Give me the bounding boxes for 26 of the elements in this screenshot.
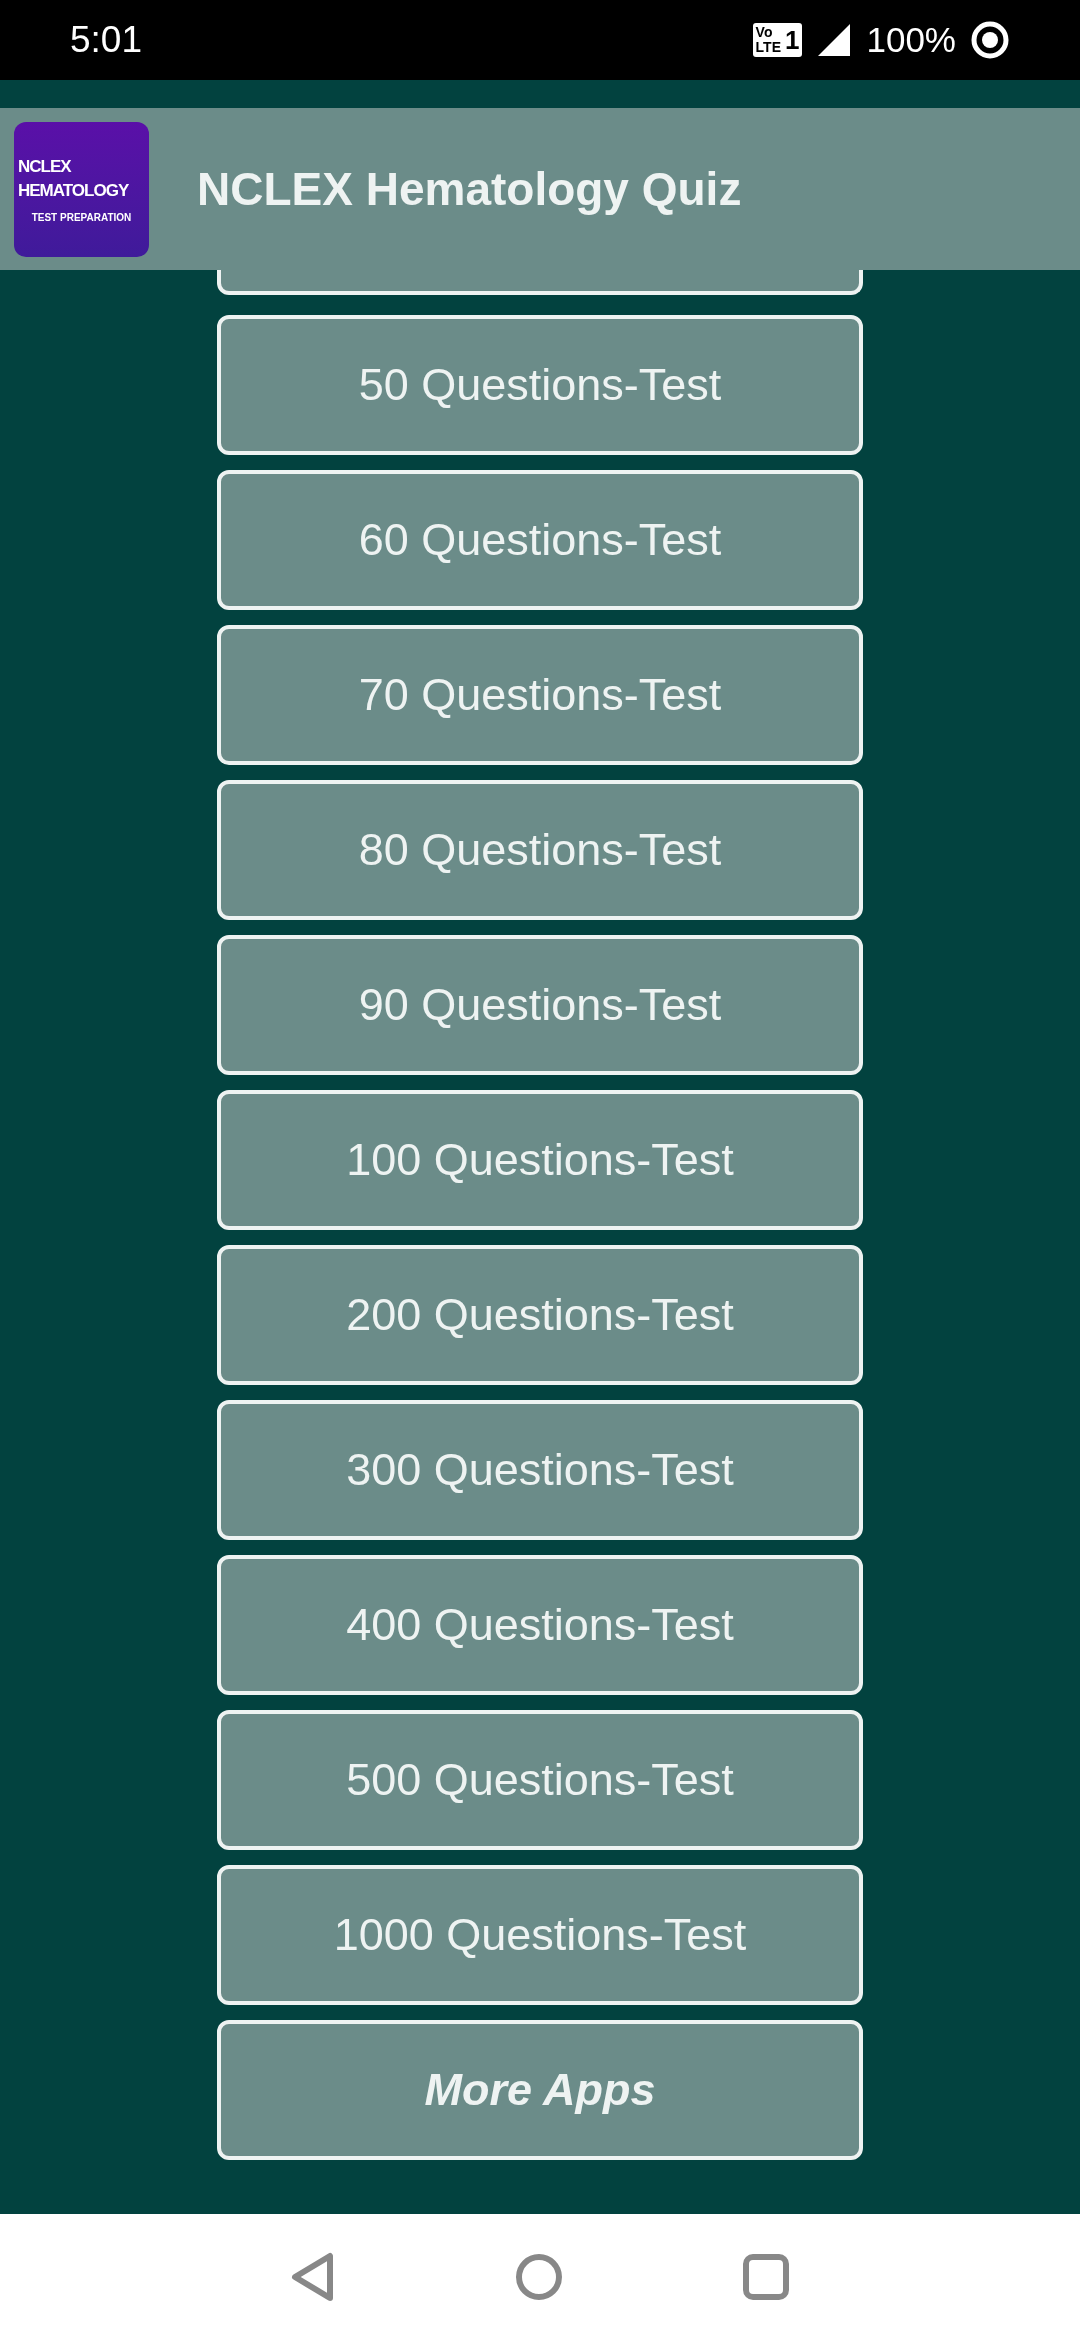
- app-title: NCLEX Hematology Quiz: [197, 161, 742, 217]
- back-icon[interactable]: [289, 2252, 336, 2302]
- signal-icon: [816, 22, 853, 58]
- battery-percent: 100%: [866, 18, 956, 61]
- recents-icon[interactable]: [742, 2253, 791, 2301]
- sim-number: 1: [785, 27, 800, 53]
- test-button[interactable]: 100 Questions-Test: [217, 1090, 863, 1230]
- logo-text: TEST PREPARATION: [30, 213, 133, 223]
- logo-text: NCLEX: [18, 156, 71, 178]
- test-button[interactable]: 60 Questions-Test: [217, 470, 863, 610]
- logo-text: HEMATOLOGY: [18, 180, 129, 202]
- test-button[interactable]: 400 Questions-Test: [217, 1555, 863, 1695]
- more-apps-button[interactable]: More Apps: [217, 2020, 863, 2160]
- clock-time: 5:01: [70, 18, 142, 63]
- test-button[interactable]: 500 Questions-Test: [217, 1710, 863, 1850]
- volte-text: Vo: [755, 25, 774, 40]
- test-button[interactable]: 50 Questions-Test: [217, 315, 863, 455]
- ring-icon: [970, 20, 1010, 60]
- volte-text: LTE: [755, 40, 781, 55]
- test-button[interactable]: 80 Questions-Test: [217, 780, 863, 920]
- test-button[interactable]: 1000 Questions-Test: [217, 1865, 863, 2005]
- test-button[interactable]: 70 Questions-Test: [217, 625, 863, 765]
- test-button[interactable]: 300 Questions-Test: [217, 1400, 863, 1540]
- test-button[interactable]: 200 Questions-Test: [217, 1245, 863, 1385]
- home-icon[interactable]: [515, 2253, 563, 2301]
- test-button[interactable]: 90 Questions-Test: [217, 935, 863, 1075]
